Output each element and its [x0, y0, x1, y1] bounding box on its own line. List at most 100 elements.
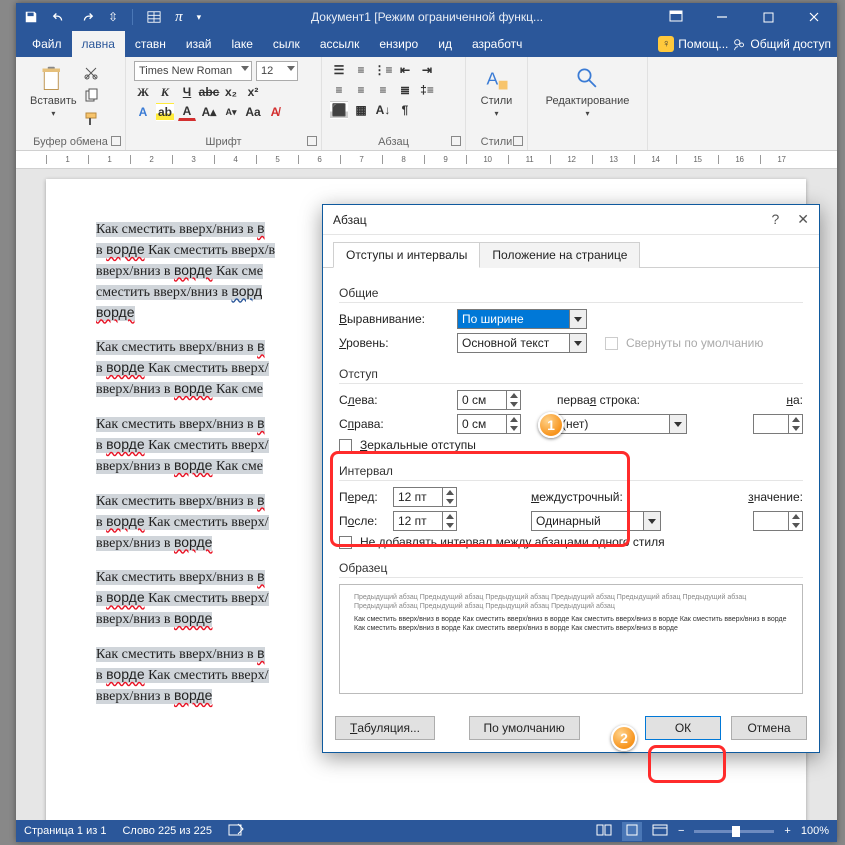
tab-insert[interactable]: ставн [125, 31, 176, 57]
align-center-button[interactable]: ≡ [352, 81, 370, 99]
spacing-after-spinner[interactable]: 12 пт [393, 511, 457, 531]
spacing-before-spinner[interactable]: 12 пт [393, 487, 457, 507]
status-proofing-icon[interactable] [228, 823, 244, 840]
change-case-button[interactable]: Aa [244, 103, 262, 121]
align-justify-button[interactable]: ≣ [396, 81, 414, 99]
view-print-icon[interactable] [622, 822, 642, 841]
text-effect-button[interactable]: A [134, 103, 152, 121]
indent-right-spinner[interactable]: 0 см [457, 414, 521, 434]
ruler[interactable]: 11234567891011121314151617 [16, 151, 837, 169]
line-at-spinner[interactable] [753, 511, 803, 531]
dialog-help-button[interactable]: ? [771, 211, 779, 228]
bullets-button[interactable]: ☰ [330, 61, 348, 79]
level-dropdown[interactable]: Основной текст [457, 333, 587, 353]
touch-icon[interactable]: ⇳ [108, 10, 118, 24]
show-marks-button[interactable]: ¶ [396, 101, 414, 119]
copy-icon[interactable] [83, 88, 99, 107]
tab-position[interactable]: Положение на странице [479, 242, 640, 268]
cut-icon[interactable] [83, 65, 99, 84]
view-web-icon[interactable] [652, 823, 668, 840]
tab-developer[interactable]: азработч [462, 31, 532, 57]
tab-layout[interactable]: lаке [222, 31, 263, 57]
line-spacing-dropdown[interactable]: Одинарный [531, 511, 661, 531]
help-button[interactable]: ♀Помощ... [658, 36, 728, 52]
italic-button[interactable]: К [156, 83, 174, 101]
increase-indent-button[interactable]: ⇥ [418, 61, 436, 79]
tabs-button[interactable]: Табуляция... [335, 716, 435, 740]
maximize-button[interactable] [745, 3, 791, 31]
status-words[interactable]: Слово 225 из 225 [122, 825, 212, 837]
formula-icon[interactable]: π [175, 9, 183, 26]
font-name-combo[interactable]: Times New Roman [134, 61, 252, 81]
level-label: Уровень: [339, 336, 449, 350]
first-line-at-label: на: [786, 393, 803, 407]
zoom-slider[interactable] [694, 830, 774, 833]
tab-view[interactable]: ид [428, 31, 462, 57]
tab-mailings[interactable]: ассылк [310, 31, 370, 57]
tab-indents[interactable]: Отступы и интервалы [333, 242, 480, 268]
format-painter-icon[interactable] [83, 111, 99, 130]
undo-icon[interactable] [52, 10, 66, 24]
clear-format-button[interactable]: A̸ [266, 103, 284, 121]
paragraph-launcher[interactable] [451, 136, 461, 146]
align-left-button[interactable]: ≡ [330, 81, 348, 99]
close-button[interactable] [791, 3, 837, 31]
multilevel-button[interactable]: ⋮≡ [374, 61, 392, 79]
numbering-button[interactable]: ≡ [352, 61, 370, 79]
shrink-font-button[interactable]: A▾ [222, 103, 240, 121]
redo-icon[interactable] [80, 10, 94, 24]
borders-button[interactable]: ▦ [352, 101, 370, 119]
zoom-in-button[interactable]: + [784, 825, 790, 837]
share-button[interactable]: Общий доступ [732, 37, 831, 51]
line-spacing-button[interactable]: ‡≡ [418, 81, 436, 99]
decrease-indent-button[interactable]: ⇤ [396, 61, 414, 79]
zoom-out-button[interactable]: − [678, 825, 684, 837]
mirror-indent-checkbox[interactable] [339, 439, 352, 452]
view-read-icon[interactable] [596, 823, 612, 840]
default-button[interactable]: По умолчанию [469, 716, 580, 740]
no-space-label: Не добавлять интервал между абзацами одн… [360, 535, 665, 549]
status-page[interactable]: Страница 1 из 1 [24, 825, 106, 837]
styles-button[interactable]: A Стили▾ [474, 61, 519, 122]
tab-review[interactable]: ензиро [369, 31, 428, 57]
subscript-button[interactable]: x₂ [222, 83, 240, 101]
first-line-at-spinner[interactable] [753, 414, 803, 434]
table-icon[interactable] [147, 10, 161, 24]
grow-font-button[interactable]: A▴ [200, 103, 218, 121]
save-icon[interactable] [24, 10, 38, 24]
ok-button[interactable]: ОК [645, 716, 721, 740]
editing-button[interactable]: Редактирование▾ [536, 61, 639, 122]
indent-left-spinner[interactable]: 0 см [457, 390, 521, 410]
alignment-dropdown[interactable]: По ширине [457, 309, 587, 329]
tab-design[interactable]: изай [176, 31, 222, 57]
superscript-button[interactable]: x² [244, 83, 262, 101]
shading-button[interactable]: ⬛ [330, 101, 348, 119]
clipboard-launcher[interactable] [111, 136, 121, 146]
underline-button[interactable]: Ч [178, 83, 196, 101]
ribbon-options-icon[interactable] [653, 3, 699, 31]
indent-left-label: Слева: [339, 393, 449, 407]
first-line-dropdown[interactable]: (нет) [557, 414, 687, 434]
separator [132, 9, 133, 25]
font-color-button[interactable]: A [178, 103, 196, 121]
minimize-button[interactable] [699, 3, 745, 31]
dialog-close-button[interactable]: ✕ [797, 211, 809, 228]
tab-references[interactable]: сылк [263, 31, 310, 57]
statusbar: Страница 1 из 1 Слово 225 из 225 − + 100… [16, 820, 837, 842]
no-space-checkbox[interactable] [339, 536, 352, 549]
titlebar: ⇳ π ▾ Документ1 [Режим ограниченной функ… [16, 3, 837, 31]
strike-button[interactable]: abc [200, 83, 218, 101]
bold-button[interactable]: Ж [134, 83, 152, 101]
tab-home[interactable]: лавна [72, 31, 125, 57]
align-right-button[interactable]: ≡ [374, 81, 392, 99]
zoom-level[interactable]: 100% [801, 825, 829, 837]
paste-button[interactable]: Вставить▾ [24, 61, 83, 130]
font-size-combo[interactable]: 12 [256, 61, 298, 81]
highlight-button[interactable]: ab [156, 103, 174, 121]
font-launcher[interactable] [307, 136, 317, 146]
tab-file[interactable]: Файл [22, 31, 72, 57]
sort-button[interactable]: A↓ [374, 101, 392, 119]
section-spacing: Интервал [339, 464, 803, 481]
cancel-button[interactable]: Отмена [731, 716, 807, 740]
styles-launcher[interactable] [513, 136, 523, 146]
